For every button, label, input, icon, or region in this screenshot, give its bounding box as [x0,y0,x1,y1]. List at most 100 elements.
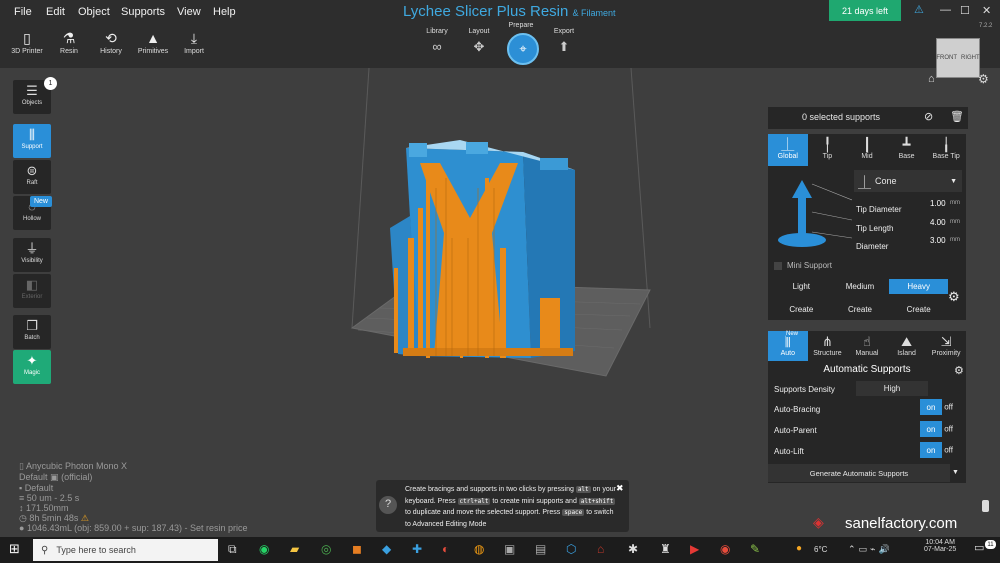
param-value[interactable]: 4.00 [930,218,946,227]
delete-icon[interactable]: 🗑 [950,110,964,123]
tip-shape-select[interactable]: ⏊ Cone ▼ [854,170,962,192]
create-medium-button[interactable]: Create [831,305,890,314]
density-select[interactable]: High [856,381,928,396]
step-layout[interactable]: Layout ✥ [461,28,497,55]
create-light-button[interactable]: Create [772,305,831,314]
import-button[interactable]: ⤓ Import [174,30,214,55]
printer-button[interactable]: ▯ 3D Printer [7,30,47,55]
auto-parent-toggle[interactable]: on off [920,421,953,437]
minimize-icon[interactable]: — [940,4,951,16]
task-view-icon[interactable]: ⧉ [228,542,237,557]
lychee-taskbar-icon[interactable]: ◉ [720,542,730,556]
view-cube-front[interactable]: FRONT [936,55,957,61]
app-n-icon[interactable]: ◼ [352,542,362,556]
preset-settings-icon[interactable]: ⚙ [948,289,960,305]
magic-button[interactable]: ✦ Magic [13,350,51,384]
scroll-handle[interactable] [982,500,989,512]
param-tip-length[interactable]: Tip Length 4.00 mm [856,218,962,236]
menu-object[interactable]: Object [78,6,110,18]
maximize-icon[interactable]: ☐ [960,4,970,17]
step-export[interactable]: Export ⬆ [546,28,582,55]
app-red-icon[interactable]: ◐ [442,542,449,556]
settings-gear-icon[interactable]: ⚙ [978,72,989,86]
toggle-on[interactable]: on [920,421,942,437]
youtube-icon[interactable]: ▶ [690,542,699,556]
primitives-button[interactable]: ▲ Primitives [133,30,173,55]
system-tray-icons[interactable]: ⌃▭⌁🔊 [848,544,893,555]
app-diamond-icon[interactable]: ◆ [382,542,391,556]
status-profile[interactable]: Default ▣ (official) [19,472,92,483]
tab-island[interactable]: ⛰ Island [887,331,927,361]
app-star-icon[interactable]: ✱ [628,542,638,556]
tab-tip[interactable]: ╿ Tip [808,134,848,166]
create-heavy-button[interactable]: Create [889,305,948,314]
auto-bracing-toggle[interactable]: on off [920,399,953,415]
exterior-button[interactable]: ◧ Exterior [13,274,51,308]
close-icon[interactable]: ✕ [982,4,991,17]
menu-view[interactable]: View [177,6,201,18]
tab-auto[interactable]: ⫼ Auto New [768,331,808,361]
toggle-on[interactable]: on [920,442,942,458]
trial-badge[interactable]: 21 days left [829,0,901,21]
menu-supports[interactable]: Supports [121,6,165,18]
menu-help[interactable]: Help [213,6,236,18]
taskbar-clock[interactable]: 10:04 AM 07-Mar-25 [924,539,956,553]
menu-edit[interactable]: Edit [46,6,65,18]
step-library[interactable]: Library ∞ [419,28,455,54]
prepare-icon[interactable]: ⌖ [507,33,539,65]
tab-base-tip[interactable]: ╽ Base Tip [926,134,966,166]
status-resin[interactable]: ▪ Default [19,483,53,493]
visibility-button[interactable]: ⏚ Visibility [13,238,51,272]
blender-icon[interactable]: ◍ [474,542,484,556]
tab-manual[interactable]: ☝ Manual [847,331,887,361]
notification-icon[interactable]: ▭ [974,541,984,554]
auto-lift-toggle[interactable]: on off [920,442,953,458]
tab-structure[interactable]: ⋔ Structure [808,331,848,361]
raft-button[interactable]: ⊜ Raft [13,160,51,194]
resin-button[interactable]: ⚗ Resin [49,30,89,55]
app-tower-icon[interactable]: ♜ [660,542,671,556]
file-explorer-icon[interactable]: ▰ [290,542,299,556]
checkbox-box[interactable] [774,261,782,270]
home-view-icon[interactable]: ⌂ [928,73,935,85]
preset-medium[interactable]: Medium [831,279,890,294]
toggle-off[interactable]: off [944,446,953,455]
param-tip-diameter[interactable]: Tip Diameter 1.00 mm [856,199,962,217]
auto-settings-icon[interactable]: ⚙ [954,364,964,377]
toggle-off[interactable]: off [944,403,953,412]
view-cube[interactable]: FRONT RIGHT [936,38,980,78]
preset-light[interactable]: Light [772,279,831,294]
taskbar-search[interactable]: ⚲ Type here to search [33,539,218,561]
generate-dropdown-icon[interactable]: ▼ [952,469,959,476]
weather-icon[interactable]: ● [796,543,802,554]
app-pen-icon[interactable]: ✎ [750,542,760,556]
status-volume[interactable]: ● 1046.43mL (obj: 859.00 + sup: 187.43) … [19,523,248,533]
history-button[interactable]: ⟲ History [91,30,131,55]
status-printer[interactable]: ▯ Anycubic Photon Mono X [19,461,127,472]
terminal-icon[interactable]: ▣ [504,542,515,556]
step-prepare[interactable]: Prepare [503,22,539,29]
batch-button[interactable]: ❐ Batch [13,315,51,349]
param-value[interactable]: 1.00 [930,199,946,208]
generate-supports-button[interactable]: Generate Automatic Supports [768,464,950,482]
weather-temp[interactable]: 6°C [814,545,827,554]
chrome-icon[interactable]: ◎ [321,542,331,556]
toggle-off[interactable]: off [944,425,953,434]
hide-supports-icon[interactable]: ⊘ [924,110,933,123]
param-diameter[interactable]: Diameter 3.00 mm [856,236,962,254]
windows-start-icon[interactable]: ⊞ [9,541,20,557]
preset-heavy[interactable]: Heavy [889,279,948,294]
hint-close-icon[interactable]: ✖ [616,483,624,495]
whatsapp-icon[interactable]: ◉ [259,542,269,556]
toggle-on[interactable]: on [920,399,942,415]
param-value[interactable]: 3.00 [930,236,946,245]
app-cross-icon[interactable]: ✚ [412,542,422,556]
mini-support-checkbox[interactable]: Mini Support [774,261,832,270]
support-button[interactable]: ⫼ Support [13,124,51,158]
app-arch-icon[interactable]: ⌂ [597,542,604,556]
app-window-icon[interactable]: ▤ [535,542,546,556]
tab-proximity[interactable]: ⇲ Proximity [926,331,966,361]
tab-base[interactable]: ┻ Base [887,134,927,166]
app-cube-icon[interactable]: ⬡ [566,542,576,556]
menu-file[interactable]: File [14,6,32,18]
